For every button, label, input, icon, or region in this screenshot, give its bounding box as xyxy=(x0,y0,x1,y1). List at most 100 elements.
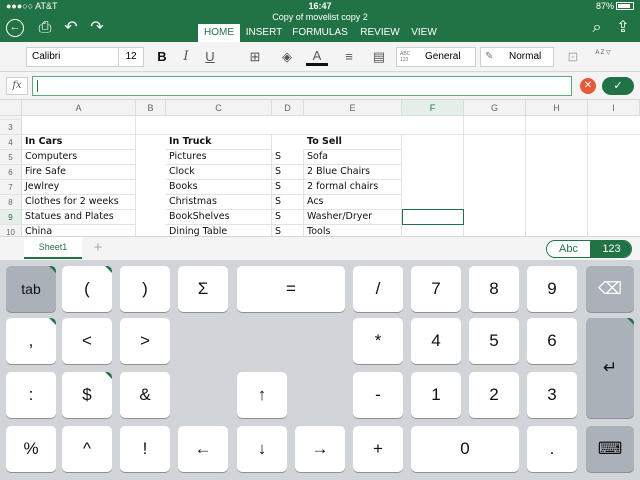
cell-D6[interactable]: S xyxy=(272,165,304,180)
fill-color-icon[interactable]: ◈ xyxy=(276,47,298,67)
key-2[interactable]: 2 xyxy=(469,372,519,418)
key-greater-than[interactable]: > xyxy=(120,318,170,364)
spreadsheet-grid[interactable]: A B C D E F G H I 3 4 In Cars In Truck T… xyxy=(0,100,640,236)
row-header[interactable]: 6 xyxy=(0,165,22,180)
key-1[interactable]: 1 xyxy=(411,372,461,418)
cell-E5[interactable]: Sofa xyxy=(304,150,402,165)
underline-button[interactable]: U xyxy=(200,47,220,67)
key-7[interactable]: 7 xyxy=(411,266,461,312)
cell-C7[interactable]: Books xyxy=(166,180,272,195)
tab-view[interactable]: VIEW xyxy=(408,24,440,42)
cell-C6[interactable]: Clock xyxy=(166,165,272,180)
align-icon[interactable]: ≡ xyxy=(338,47,360,67)
key-divide[interactable]: / xyxy=(353,266,403,312)
key-exclamation[interactable]: ! xyxy=(120,426,170,472)
cell-E10[interactable]: Tools xyxy=(304,225,402,236)
cell-A6[interactable]: Fire Safe xyxy=(22,165,136,180)
cell-C4[interactable]: In Truck xyxy=(166,135,272,150)
cell-D7[interactable]: S xyxy=(272,180,304,195)
key-equals[interactable]: = xyxy=(237,266,345,312)
cell-A5[interactable]: Computers xyxy=(22,150,136,165)
confirm-button[interactable]: ✓ xyxy=(602,77,634,95)
key-less-than[interactable]: < xyxy=(62,318,112,364)
key-colon[interactable]: : xyxy=(6,372,56,418)
key-caret[interactable]: ^ xyxy=(62,426,112,472)
row-header[interactable]: 10 xyxy=(0,225,22,236)
cell-E6[interactable]: 2 Blue Chairs xyxy=(304,165,402,180)
italic-button[interactable]: I xyxy=(176,47,196,67)
bold-button[interactable]: B xyxy=(152,47,172,67)
row-header[interactable]: 8 xyxy=(0,195,22,210)
key-4[interactable]: 4 xyxy=(411,318,461,364)
selected-cell-F9[interactable] xyxy=(402,209,464,225)
key-5[interactable]: 5 xyxy=(469,318,519,364)
search-icon[interactable]: ⌕ xyxy=(586,18,608,38)
tab-review[interactable]: REVIEW xyxy=(358,24,402,42)
cancel-button[interactable]: ✕ xyxy=(580,78,596,94)
key-multiply[interactable]: * xyxy=(353,318,403,364)
cell-A9[interactable]: Statues and Plates xyxy=(22,210,136,225)
cell-C9[interactable]: BookShelves xyxy=(166,210,272,225)
column-header[interactable]: G xyxy=(464,100,526,116)
key-minus[interactable]: - xyxy=(353,372,403,418)
row-header[interactable]: 4 xyxy=(0,135,22,150)
share-icon[interactable]: ⇪ xyxy=(612,18,634,38)
row-header[interactable]: 5 xyxy=(0,150,22,165)
font-color-icon[interactable]: A xyxy=(306,47,328,66)
arrow-right-icon[interactable]: → xyxy=(295,426,345,472)
cell-D9[interactable]: S xyxy=(272,210,304,225)
column-header[interactable]: F xyxy=(402,100,464,116)
add-sheet-icon[interactable]: + xyxy=(90,239,106,257)
keyboard-mode-toggle[interactable]: Abc 123 xyxy=(546,240,632,258)
key-dollar[interactable]: $ xyxy=(62,372,112,418)
arrow-down-icon[interactable]: ↓ xyxy=(237,426,287,472)
column-header[interactable]: D xyxy=(272,100,304,116)
arrow-left-icon[interactable]: ← xyxy=(178,426,228,472)
arrow-up-icon[interactable]: ↑ xyxy=(237,372,287,418)
cell-E8[interactable]: Acs xyxy=(304,195,402,210)
select-all-corner[interactable] xyxy=(0,100,22,116)
cell-E4[interactable]: To Sell xyxy=(304,135,402,150)
row-header[interactable]: 9 xyxy=(0,210,22,225)
cell-D8[interactable]: S xyxy=(272,195,304,210)
cell-D5[interactable]: S xyxy=(272,150,304,165)
cell-D10[interactable]: S xyxy=(272,225,304,236)
cell-A10[interactable]: China xyxy=(22,225,136,236)
cell-A4[interactable]: In Cars xyxy=(22,135,136,150)
row-header[interactable]: 7 xyxy=(0,180,22,195)
cell-C10[interactable]: Dining Table xyxy=(166,225,272,236)
column-header[interactable]: I xyxy=(588,100,640,116)
key-comma[interactable]: , xyxy=(6,318,56,364)
keyboard-dismiss-icon[interactable]: ⌨ xyxy=(586,426,634,472)
redo-icon[interactable]: ↷ xyxy=(86,18,108,38)
column-header[interactable]: E xyxy=(304,100,402,116)
cell-C8[interactable]: Christmas xyxy=(166,195,272,210)
key-ampersand[interactable]: & xyxy=(120,372,170,418)
key-6[interactable]: 6 xyxy=(527,318,577,364)
column-header[interactable]: C xyxy=(166,100,272,116)
sort-filter-icon[interactable]: A Z ▽ xyxy=(588,47,618,67)
number-format-dropdown[interactable]: ABC 123 General xyxy=(396,47,476,67)
tab-home[interactable]: HOME xyxy=(198,24,240,42)
formula-input[interactable] xyxy=(32,76,572,96)
return-icon[interactable]: ↵ xyxy=(586,318,634,418)
key-tab[interactable]: tab xyxy=(6,266,56,312)
font-name-field[interactable]: Calibri xyxy=(26,47,120,67)
cell-C5[interactable]: Pictures xyxy=(166,150,272,165)
tab-insert[interactable]: INSERT xyxy=(244,24,284,42)
key-0[interactable]: 0 xyxy=(411,426,519,472)
key-3[interactable]: 3 xyxy=(527,372,577,418)
key-percent[interactable]: % xyxy=(6,426,56,472)
wrap-text-icon[interactable]: ▤ xyxy=(368,47,390,67)
sheet-tab[interactable]: Sheet1 xyxy=(24,237,82,259)
key-decimal[interactable]: . xyxy=(527,426,577,472)
key-plus[interactable]: + xyxy=(353,426,403,472)
back-icon[interactable]: ← xyxy=(6,19,24,37)
insert-delete-icon[interactable]: ⊡ xyxy=(562,47,584,67)
backspace-icon[interactable]: ⌫ xyxy=(586,266,634,312)
key-8[interactable]: 8 xyxy=(469,266,519,312)
font-size-field[interactable]: 12 xyxy=(118,47,144,67)
keyboard-abc-option[interactable]: Abc xyxy=(547,241,590,257)
key-open-paren[interactable]: ( xyxy=(62,266,112,312)
cell-style-dropdown[interactable]: ✎ Normal xyxy=(480,47,554,67)
